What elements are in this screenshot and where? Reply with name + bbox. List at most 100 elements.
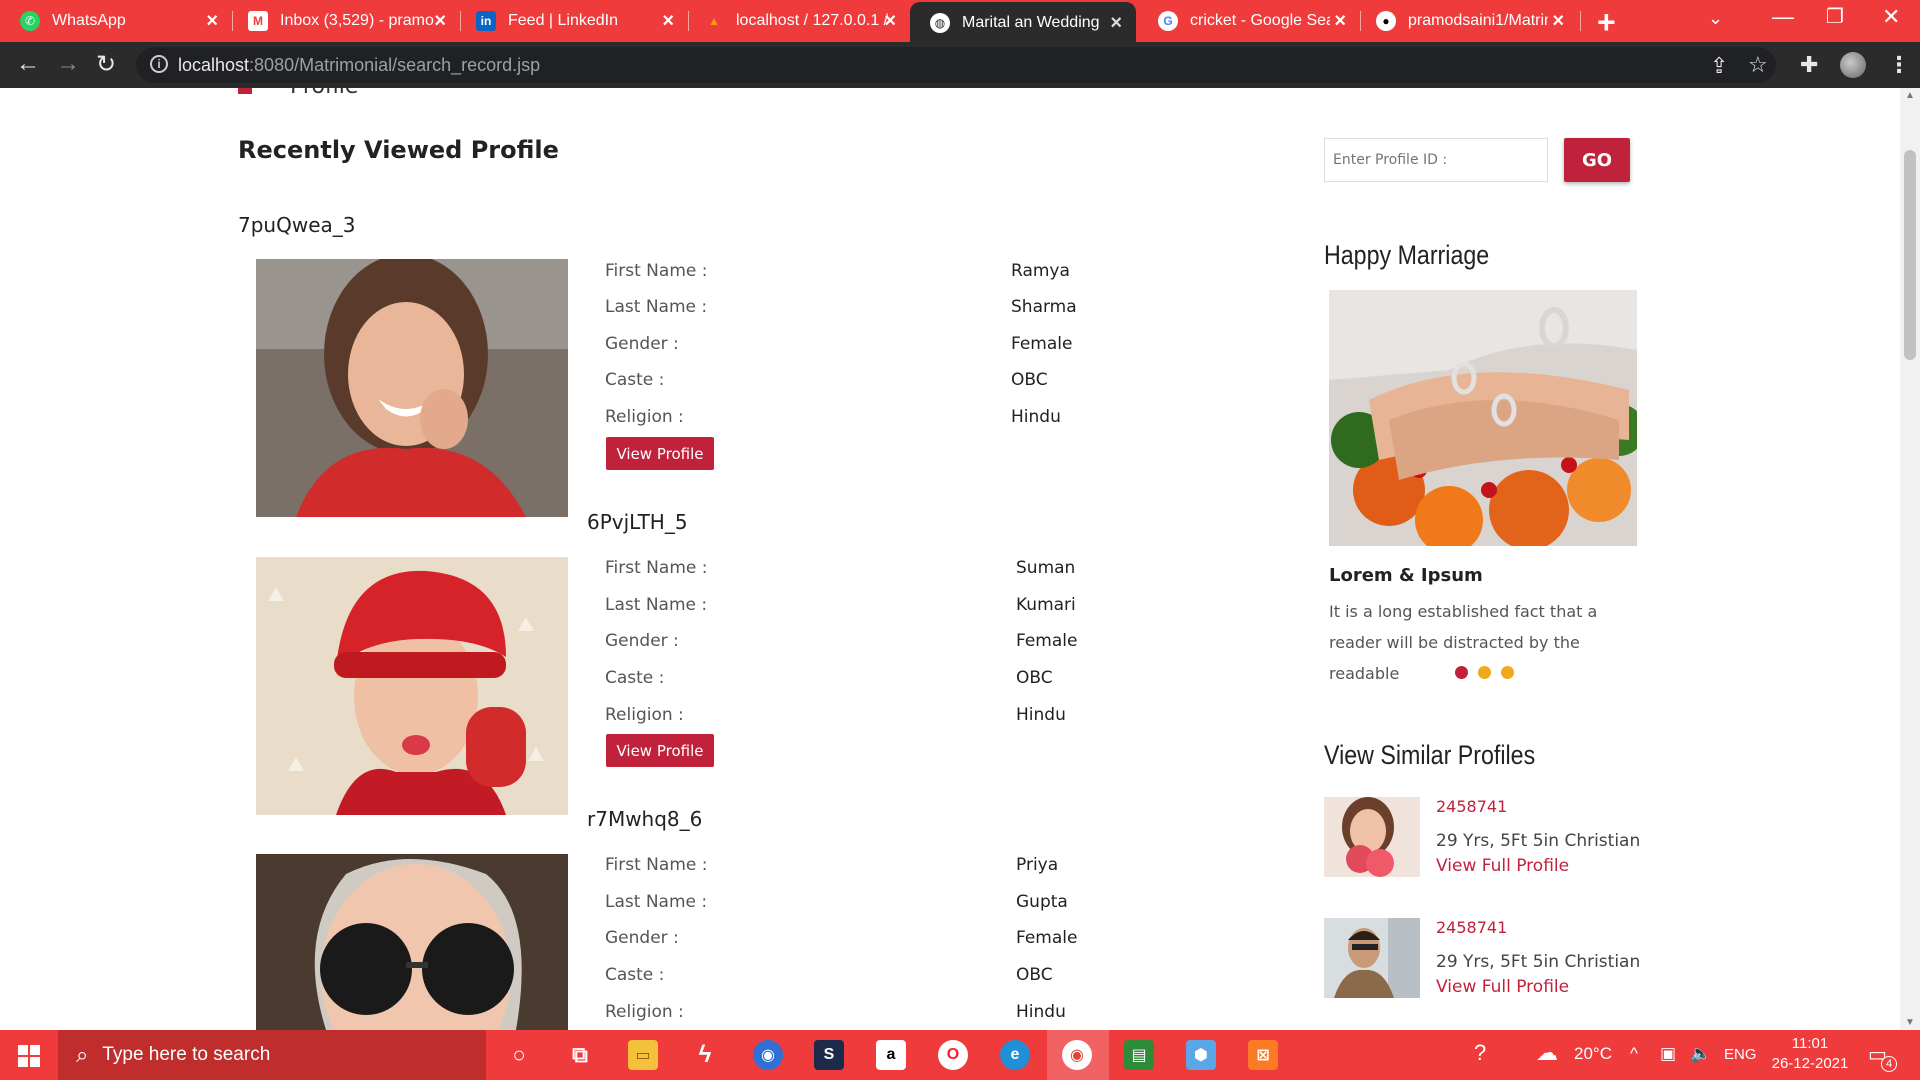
virtualbox-icon[interactable]: ⬢ <box>1186 1040 1216 1070</box>
tab-search-chevron-icon[interactable]: ⌄ <box>1708 8 1723 29</box>
github-icon: ● <box>1376 11 1396 31</box>
chromium-icon[interactable]: ◉ <box>753 1040 783 1070</box>
caste-label: Caste : <box>605 965 665 985</box>
carousel-dot[interactable] <box>1478 666 1491 679</box>
browser-toolbar: ← → ↻ i localhost:8080/Matrimonial/searc… <box>0 42 1920 88</box>
go-button[interactable]: GO <box>1564 138 1630 182</box>
spreadsheet-app-icon[interactable]: ▤ <box>1124 1040 1154 1070</box>
weather-cloud-icon[interactable]: ☁ <box>1536 1040 1558 1066</box>
view-full-profile-link[interactable]: View Full Profile <box>1436 856 1569 876</box>
forward-arrow-icon[interactable]: → <box>56 50 80 78</box>
sublime-icon[interactable]: S <box>814 1040 844 1070</box>
tab-title: Feed | LinkedIn <box>508 12 619 29</box>
task-view-icon[interactable]: ⧉ <box>565 1040 595 1070</box>
bookmark-star-icon[interactable]: ☆ <box>1748 52 1768 78</box>
volume-icon[interactable]: 🔈 <box>1690 1044 1711 1064</box>
tab-google-search[interactable]: G cricket - Google Sear × <box>1138 0 1360 42</box>
network-icon[interactable]: ▣ <box>1660 1044 1676 1064</box>
first-name-label: First Name : <box>605 855 708 875</box>
url-text[interactable]: localhost:8080/Matrimonial/search_record… <box>178 55 540 76</box>
scroll-down-arrow-icon[interactable]: ▼ <box>1905 1017 1915 1028</box>
carousel-dot-active[interactable] <box>1455 666 1468 679</box>
weather-temperature[interactable]: 20°C <box>1574 1044 1612 1064</box>
edge-icon[interactable]: e <box>1000 1040 1030 1070</box>
window-close-icon[interactable]: ✕ <box>1882 4 1900 30</box>
first-name-value: Priya <box>1016 855 1059 875</box>
gender-value: Female <box>1016 631 1078 651</box>
religion-label: Religion : <box>605 705 684 725</box>
tab-whatsapp[interactable]: ✆ WhatsApp × <box>0 0 232 42</box>
close-icon[interactable]: × <box>206 10 218 33</box>
taskbar-search-box[interactable]: ⌕ Type here to search <box>58 1030 486 1080</box>
lightning-app-icon[interactable]: ϟ <box>690 1040 720 1070</box>
breadcrumb[interactable]: Profile <box>290 88 358 99</box>
input-language[interactable]: ENG <box>1724 1046 1757 1063</box>
wedding-rings-image[interactable] <box>1329 290 1637 546</box>
close-icon[interactable]: × <box>434 10 446 33</box>
file-explorer-icon[interactable]: ▭ <box>628 1040 658 1070</box>
gender-value: Female <box>1011 334 1073 354</box>
amazon-icon[interactable]: a <box>876 1040 906 1070</box>
last-name-value: Sharma <box>1011 297 1077 317</box>
happy-marriage-heading: Happy Marriage <box>1324 240 1490 270</box>
tab-linkedin[interactable]: in Feed | LinkedIn × <box>456 0 688 42</box>
close-icon[interactable]: × <box>1334 10 1346 33</box>
scrollbar-thumb[interactable] <box>1904 150 1916 360</box>
first-name-value: Ramya <box>1011 261 1070 281</box>
back-arrow-icon[interactable]: ← <box>16 50 40 78</box>
caste-label: Caste : <box>605 668 665 688</box>
tray-chevron-icon[interactable]: ^ <box>1630 1044 1638 1064</box>
similar-profile-id[interactable]: 2458741 <box>1436 797 1507 816</box>
address-bar[interactable]: i localhost:8080/Matrimonial/search_reco… <box>136 47 1776 83</box>
cortana-icon[interactable]: ○ <box>504 1040 534 1070</box>
extensions-puzzle-icon[interactable]: ✚ <box>1800 52 1818 78</box>
similar-profile-photo[interactable] <box>1324 797 1420 877</box>
religion-value: Hindu <box>1016 1002 1066 1022</box>
reload-icon[interactable]: ↻ <box>96 50 116 79</box>
close-icon[interactable]: × <box>1552 10 1564 33</box>
last-name-value: Kumari <box>1016 595 1076 615</box>
opera-icon[interactable]: O <box>938 1040 968 1070</box>
chrome-icon[interactable]: ◉ <box>1062 1040 1092 1070</box>
view-profile-button[interactable]: View Profile <box>606 734 714 767</box>
profile-id-input[interactable] <box>1324 138 1548 182</box>
carousel-dot[interactable] <box>1501 666 1514 679</box>
first-name-label: First Name : <box>605 558 708 578</box>
last-name-label: Last Name : <box>605 595 708 615</box>
restore-icon[interactable]: ❐ <box>1826 4 1844 29</box>
first-name-label: First Name : <box>605 261 708 281</box>
tab-gmail[interactable]: M Inbox (3,529) - pramo × <box>228 0 460 42</box>
tab-title: WhatsApp <box>52 12 126 29</box>
taskbar-clock[interactable]: 11:01 26-12-2021 <box>1770 1034 1850 1074</box>
similar-profile-id[interactable]: 2458741 <box>1436 918 1507 937</box>
profile-id: 7puQwea_3 <box>238 213 356 237</box>
similar-profile-desc: 29 Yrs, 5Ft 5in Christian <box>1436 831 1641 851</box>
minimize-icon[interactable]: — <box>1772 4 1794 30</box>
share-icon[interactable]: ⇪ <box>1710 53 1728 79</box>
close-icon[interactable]: × <box>1110 12 1122 35</box>
profile-id: 6PvjLTH_5 <box>587 510 688 534</box>
close-icon[interactable]: × <box>884 10 896 33</box>
tab-title: localhost / 127.0.0.1 / <box>736 12 889 29</box>
windows-start-icon[interactable] <box>18 1045 40 1067</box>
tab-phpmyadmin[interactable]: ▲ localhost / 127.0.0.1 / × <box>684 0 910 42</box>
tab-github[interactable]: ● pramodsaini1/Matrim × <box>1356 0 1578 42</box>
help-icon[interactable]: ? <box>1474 1040 1486 1066</box>
scroll-up-arrow-icon[interactable]: ▲ <box>1905 90 1915 101</box>
notification-count-badge: 4 <box>1881 1056 1897 1072</box>
tab-marital-wedding[interactable]: ◍ Marital an Wedding C × <box>910 2 1136 44</box>
religion-label: Religion : <box>605 1002 684 1022</box>
profile-avatar[interactable] <box>1840 52 1866 78</box>
new-tab-plus-icon[interactable]: + <box>1597 4 1616 41</box>
close-icon[interactable]: × <box>662 10 674 33</box>
home-icon[interactable] <box>238 88 252 94</box>
last-name-label: Last Name : <box>605 892 708 912</box>
page-scrollbar[interactable]: ▲ ▼ <box>1900 88 1920 1030</box>
menu-kebab-icon[interactable]: ⋮ <box>1888 52 1910 78</box>
similar-profile-photo[interactable] <box>1324 918 1420 998</box>
profile-photo <box>256 259 568 517</box>
view-profile-button[interactable]: View Profile <box>606 437 714 470</box>
xampp-icon[interactable]: ⊠ <box>1248 1040 1278 1070</box>
site-info-icon[interactable]: i <box>150 55 168 73</box>
view-full-profile-link[interactable]: View Full Profile <box>1436 977 1569 997</box>
